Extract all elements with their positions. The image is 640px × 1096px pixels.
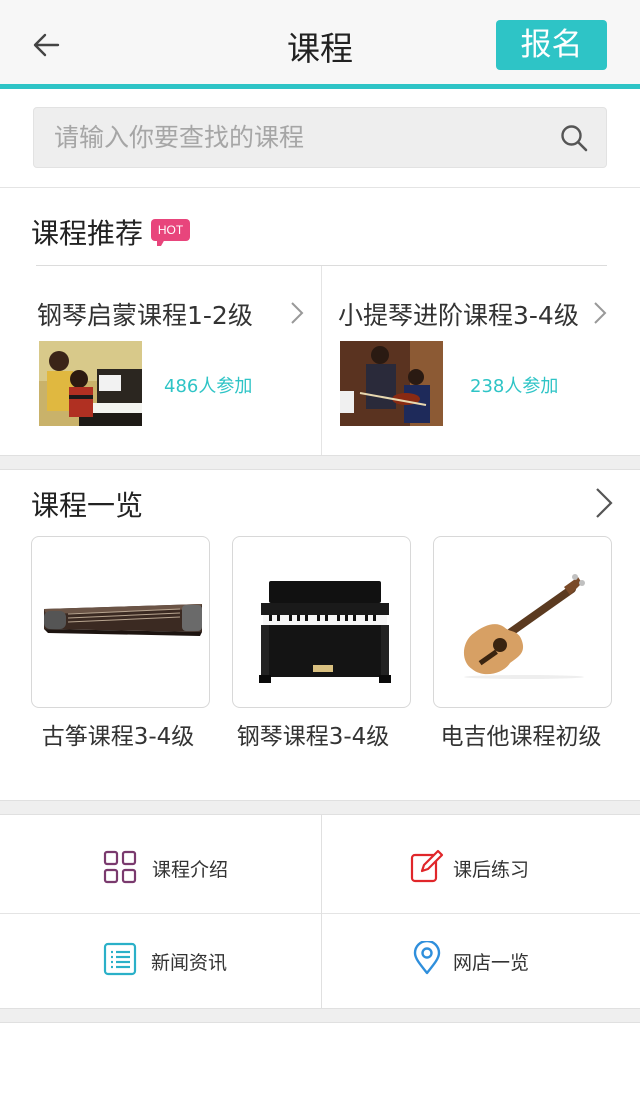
section-gap — [0, 1008, 640, 1023]
recommend-item-violin[interactable]: 小提琴进阶课程3-4级 238人参加 — [322, 266, 640, 455]
section-gap — [0, 800, 640, 815]
divider — [321, 815, 322, 1008]
search-input[interactable] — [54, 108, 554, 167]
chevron-right-icon[interactable] — [594, 486, 614, 520]
grid-icon — [103, 850, 137, 884]
menu-label: 课后练习 — [453, 859, 530, 881]
menu-course-intro[interactable]: 课程介绍 — [0, 815, 320, 909]
participant-count: 238人参加 — [470, 376, 559, 397]
list-icon — [103, 942, 137, 976]
course-name: 电吉他课程初级 — [440, 724, 602, 750]
menu-homework[interactable]: 课后练习 — [322, 815, 640, 909]
recommend-item-name: 小提琴进阶课程3-4级 — [338, 301, 579, 330]
menu-news[interactable]: 新闻资讯 — [0, 914, 320, 1008]
divider — [0, 187, 640, 188]
section-gap — [0, 455, 640, 470]
piano-image — [259, 581, 391, 683]
chevron-right-icon — [291, 302, 304, 324]
participant-count: 486人参加 — [164, 376, 253, 397]
guitar-image — [463, 574, 585, 679]
violin-lesson-photo — [340, 341, 443, 426]
recommend-item-piano[interactable]: 钢琴启蒙课程1-2级 486人参加 — [0, 266, 321, 455]
header-accent-line — [0, 84, 640, 89]
search-icon[interactable] — [560, 124, 588, 152]
chevron-right-icon — [594, 302, 607, 324]
menu-online-store[interactable]: 网店一览 — [322, 914, 640, 1008]
course-card-piano[interactable] — [232, 536, 411, 708]
course-name: 古筝课程3-4级 — [41, 724, 195, 750]
piano-lesson-photo — [39, 341, 142, 426]
course-card-guzheng[interactable] — [31, 536, 210, 708]
top-bar: 课程 报名 — [0, 0, 640, 84]
recommend-title: 课程推荐 — [31, 217, 144, 250]
course-name: 钢琴课程3-4级 — [236, 724, 390, 750]
menu-label: 网店一览 — [453, 952, 530, 974]
courses-title: 课程一览 — [31, 489, 144, 522]
guzheng-image — [44, 604, 202, 636]
menu-label: 课程介绍 — [152, 859, 229, 881]
menu-label: 新闻资讯 — [151, 952, 228, 974]
location-pin-icon — [413, 941, 441, 975]
hot-badge: HOT — [151, 219, 190, 246]
signup-button[interactable]: 报名 — [496, 20, 607, 70]
edit-icon — [410, 849, 444, 883]
search-box — [33, 107, 607, 168]
course-card-guitar[interactable] — [433, 536, 612, 708]
recommend-item-name: 钢琴启蒙课程1-2级 — [37, 301, 253, 330]
